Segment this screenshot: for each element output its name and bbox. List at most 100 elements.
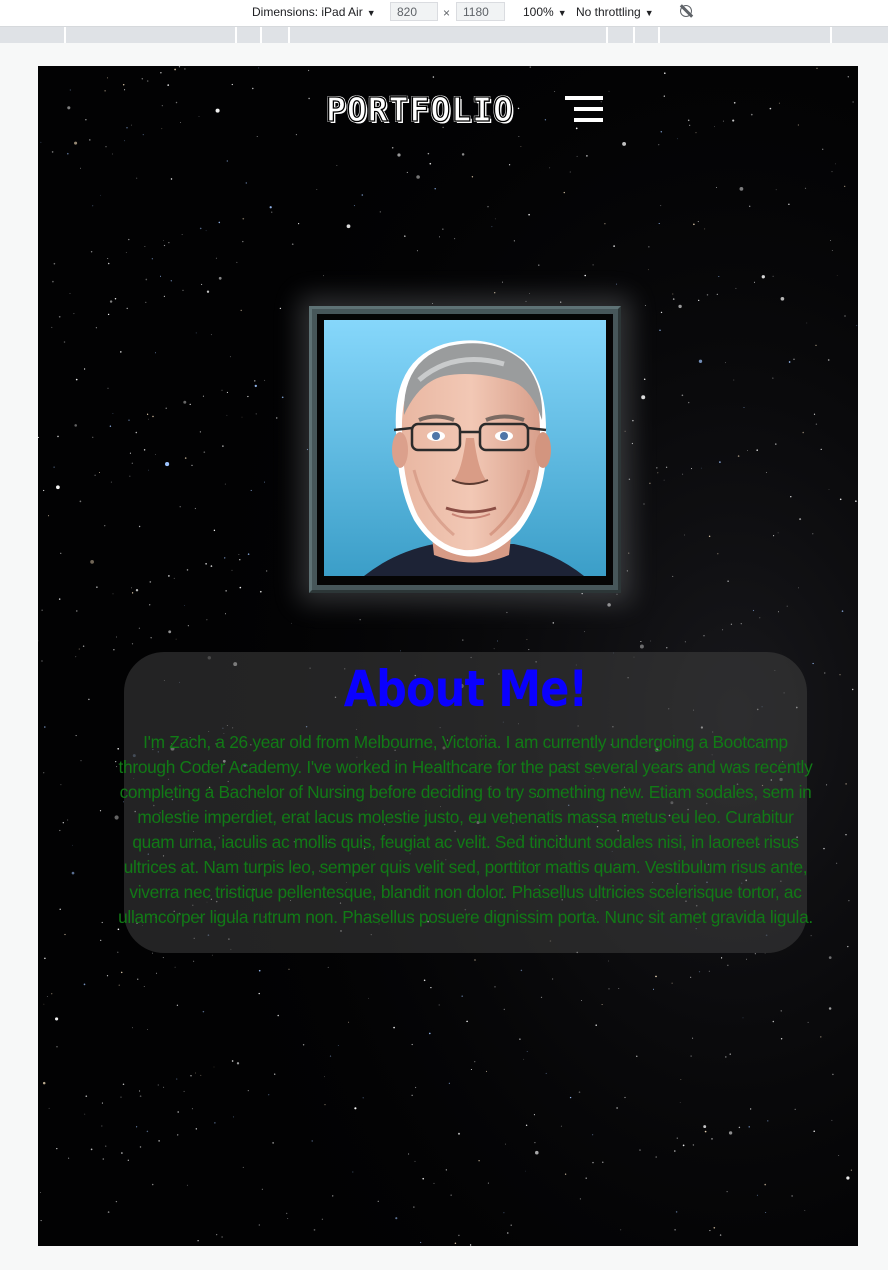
star [85,1095,88,1098]
star [722,629,724,631]
star [141,78,143,80]
star [156,972,157,974]
star [231,569,233,571]
star [271,211,273,213]
star [168,630,172,634]
star [163,240,164,241]
star [195,1128,197,1130]
star [428,1032,431,1035]
star [725,362,726,364]
star [109,300,113,303]
ruler-segment[interactable] [633,27,635,43]
star [448,1082,450,1084]
star [442,228,444,230]
star [855,500,857,502]
star [692,1037,694,1039]
star [115,1200,118,1203]
star [225,590,227,592]
star [526,1051,528,1052]
star [56,1046,58,1048]
star [644,305,646,307]
star [126,307,128,310]
star [725,1056,727,1058]
star [146,1130,149,1133]
page-viewport: PORTFOLIO About Me! I'm Zach, a 26 year … [38,66,858,1246]
chevron-down-icon: ▼ [366,8,376,18]
star [146,80,149,82]
media-query-ruler[interactable] [0,27,888,43]
star [239,586,242,589]
star [601,1004,603,1005]
star [698,299,700,302]
star [155,454,156,455]
star [716,187,717,189]
star [445,1169,447,1171]
star [120,351,122,353]
star [660,311,663,314]
ruler-segment[interactable] [235,27,237,43]
star [502,281,503,283]
star [491,226,493,228]
rotate-icon[interactable] [680,5,692,17]
star [177,1134,179,1136]
star [802,431,804,434]
device-select[interactable]: Dimensions: iPad Air ▼ [252,5,376,19]
ruler-segment[interactable] [606,27,608,43]
star [845,783,847,785]
star [139,1146,142,1148]
star [690,1055,692,1057]
star [525,300,527,302]
star [195,332,197,334]
ruler-segment[interactable] [658,27,660,43]
star [820,448,822,450]
star [742,1017,744,1019]
star [64,933,66,936]
star [508,164,511,166]
star [534,1141,536,1144]
throttling-select[interactable]: No throttling ▼ [576,5,654,19]
star [461,153,465,156]
star [823,847,825,850]
ruler-segment[interactable] [830,27,832,43]
zoom-select[interactable]: 100% ▼ [523,5,567,19]
star [815,423,818,425]
hamburger-menu-icon[interactable] [565,94,603,124]
throttling-label: No throttling [576,5,641,19]
star [258,969,261,972]
star [183,400,187,404]
devtools-device-toolbar: Dimensions: iPad Air ▼ 820 × 1180 100% ▼ N… [0,0,888,27]
star [624,1096,626,1099]
star [576,155,578,157]
ruler-segment[interactable] [64,27,66,43]
star [578,1091,581,1093]
about-title: About Me! [343,660,588,718]
width-input[interactable]: 820 [390,2,438,21]
star [205,230,207,232]
star [40,1220,42,1222]
star [336,165,338,167]
star [737,455,740,457]
star [822,148,824,150]
star [176,1004,179,1006]
star [773,535,775,537]
height-input[interactable]: 1180 [456,2,505,21]
star [167,84,170,86]
star [827,359,830,361]
star [321,1218,324,1220]
star [439,236,440,238]
star [51,326,53,328]
ruler-segment[interactable] [288,27,290,43]
profile-portrait-image [324,320,606,576]
star [238,554,240,555]
ruler-segment[interactable] [260,27,262,43]
star [835,163,836,165]
star [79,167,82,169]
star [125,252,127,253]
star [144,246,146,247]
portfolio-logo[interactable]: PORTFOLIO [325,89,514,129]
star [311,1140,313,1142]
star [226,414,228,416]
star [775,189,777,191]
star [295,134,297,136]
star [622,141,627,146]
